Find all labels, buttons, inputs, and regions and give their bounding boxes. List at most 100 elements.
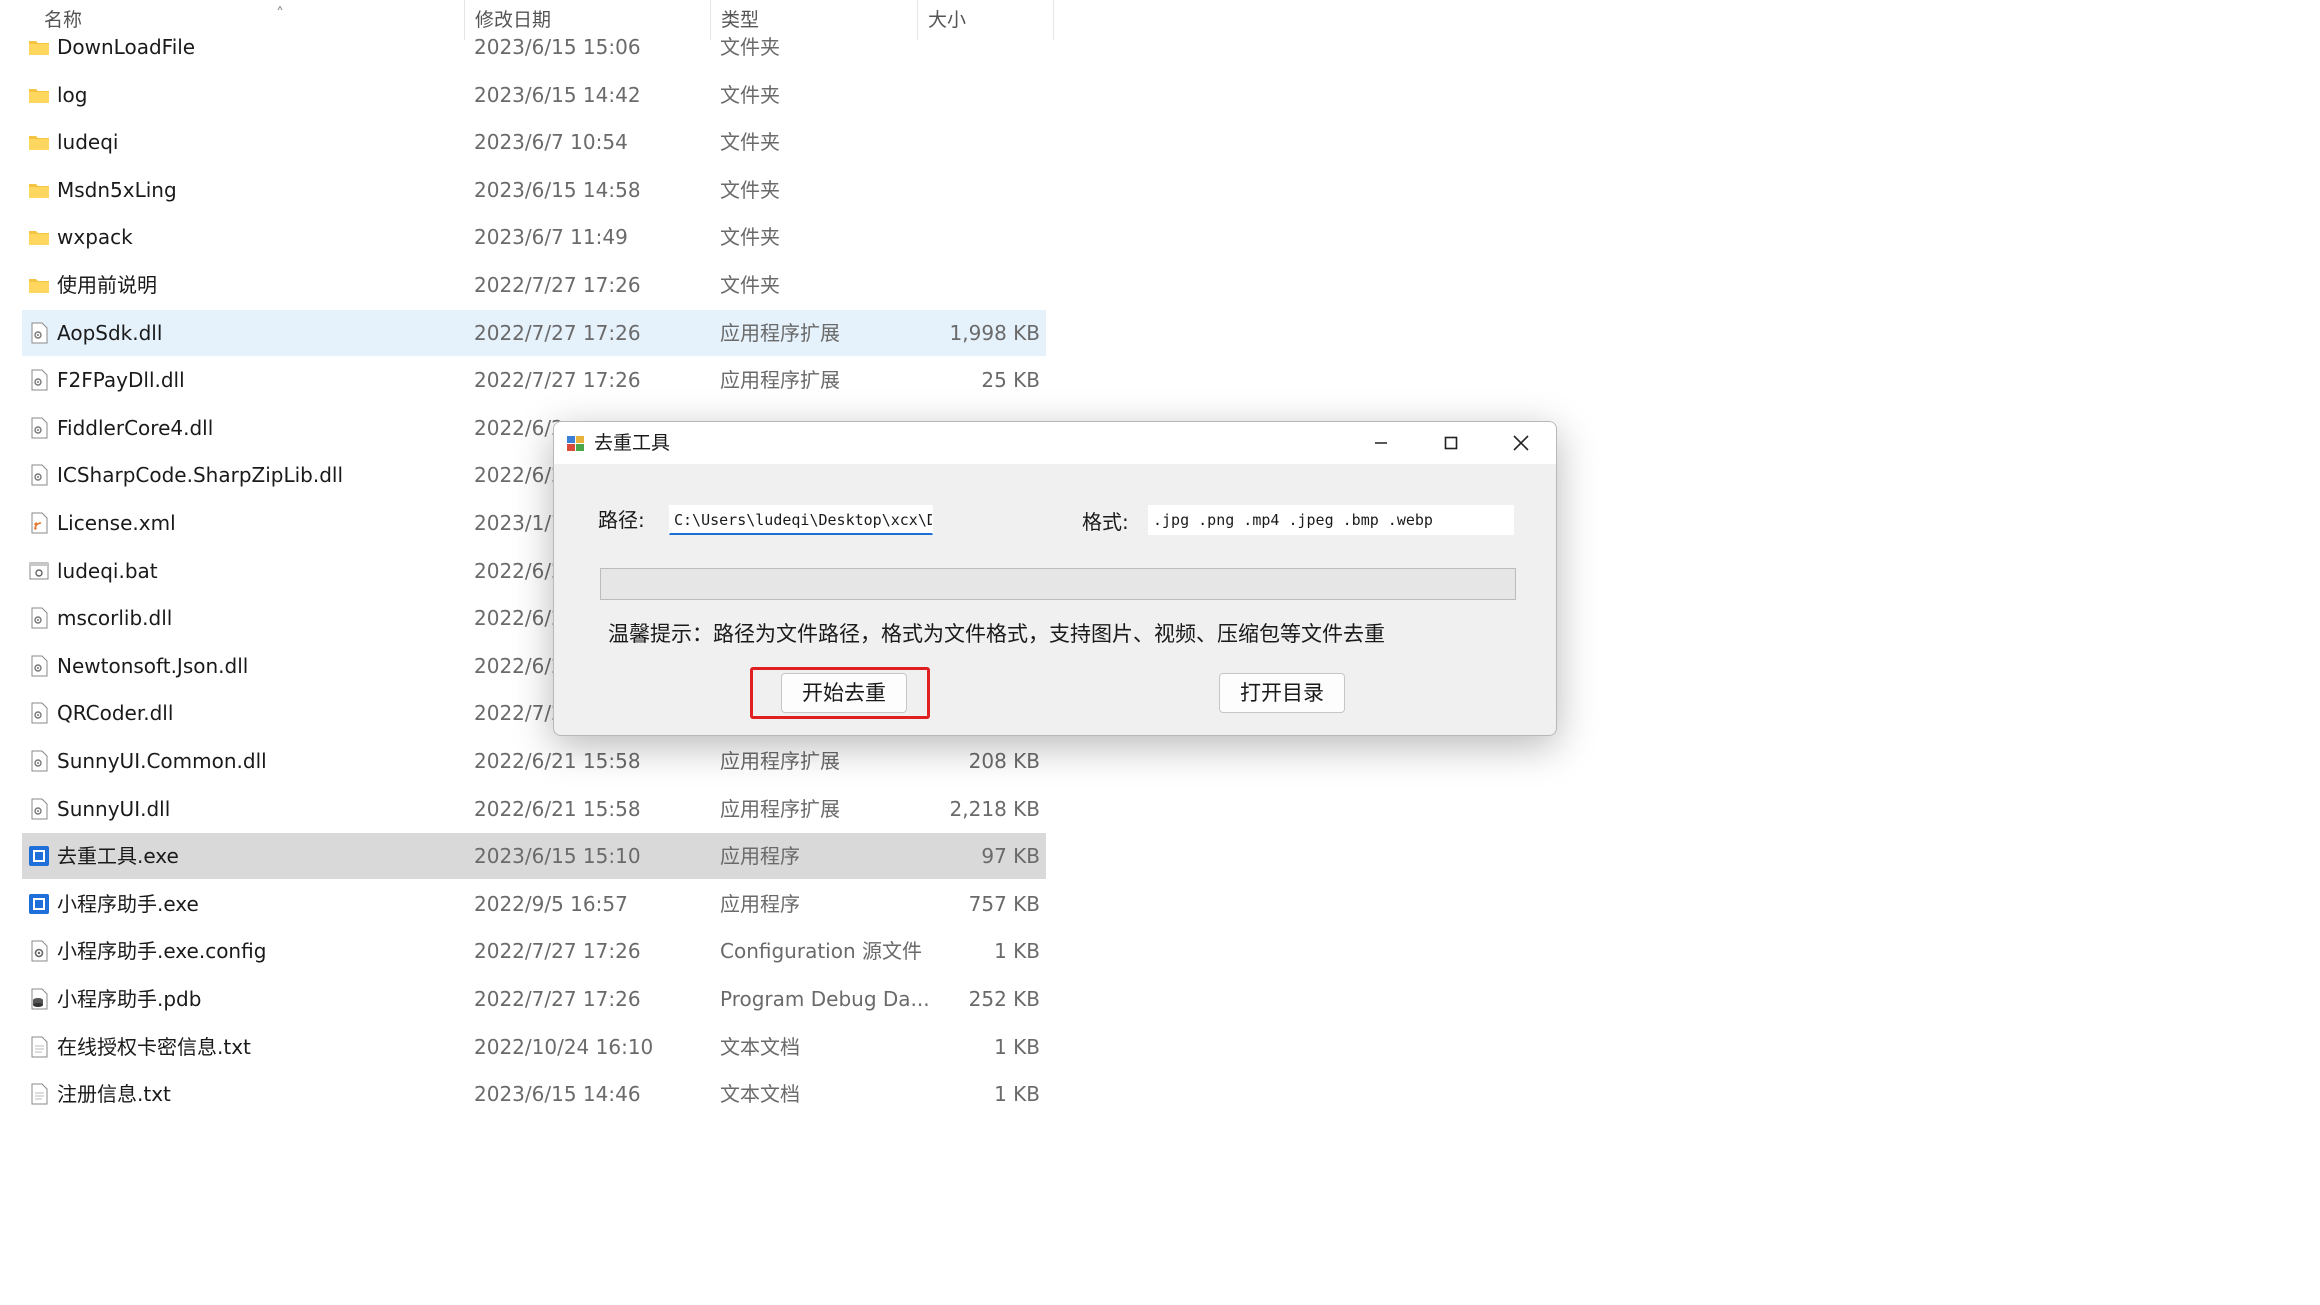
window-title: 去重工具 xyxy=(594,432,671,454)
file-type: 文件夹 xyxy=(720,83,780,107)
file-type: Program Debug Da... xyxy=(720,987,930,1011)
window-titlebar[interactable]: 去重工具 xyxy=(554,422,1556,464)
file-name: License.xml xyxy=(57,511,176,535)
file-date: 2022/7/27 17:26 xyxy=(474,321,641,345)
format-input[interactable]: .jpg .png .mp4 .jpeg .bmp .webp xyxy=(1148,505,1514,535)
open-directory-button[interactable]: 打开目录 xyxy=(1219,673,1345,713)
folder-icon xyxy=(28,36,50,58)
hint-text: 温馨提示：路径为文件路径，格式为文件格式，支持图片、视频、压缩包等文件去重 xyxy=(608,622,1385,646)
file-row[interactable]: 小程序助手.pdb 2022/7/27 17:26 Program Debug Da… xyxy=(22,976,1046,1022)
file-size: 25 KB xyxy=(981,368,1040,392)
file-date: 2022/6/2 xyxy=(474,416,564,440)
file-size: 1 KB xyxy=(994,1082,1040,1106)
file-row[interactable]: ludeqi 2023/6/7 10:54 文件夹 xyxy=(22,119,1046,165)
file-size: 1,998 KB xyxy=(949,321,1040,345)
maximize-icon xyxy=(1444,436,1458,450)
dll-file-icon xyxy=(28,750,50,772)
file-type: 文件夹 xyxy=(720,35,780,59)
file-row[interactable]: 小程序助手.exe 2022/9/5 16:57 应用程序 757 KB xyxy=(22,881,1046,927)
minimize-button[interactable] xyxy=(1346,422,1416,464)
file-type: 文件夹 xyxy=(720,178,780,202)
file-row[interactable]: SunnyUI.Common.dll 2022/6/21 15:58 应用程序扩展 2… xyxy=(22,738,1046,784)
file-date: 2023/6/7 10:54 xyxy=(474,130,628,154)
file-type: 应用程序 xyxy=(720,892,800,916)
file-row[interactable]: 注册信息.txt 2023/6/15 14:46 文本文档 1 KB xyxy=(22,1071,1046,1117)
file-date: 2022/7/27 17:26 xyxy=(474,987,641,1011)
file-date: 2023/6/7 11:49 xyxy=(474,225,628,249)
config-file-icon xyxy=(28,940,50,962)
file-row[interactable]: F2FPayDll.dll 2022/7/27 17:26 应用程序扩展 25 KB xyxy=(22,357,1046,403)
format-label: 格式: xyxy=(1082,510,1129,534)
file-date: 2023/6/15 14:58 xyxy=(474,178,641,202)
file-date: 2022/9/5 16:57 xyxy=(474,892,628,916)
file-date: 2023/6/15 15:10 xyxy=(474,844,641,868)
dll-file-icon xyxy=(28,655,50,677)
file-type: 应用程序扩展 xyxy=(720,368,840,392)
text-file-icon xyxy=(28,1083,50,1105)
file-name: log xyxy=(57,83,88,107)
close-button[interactable] xyxy=(1486,422,1556,464)
exe-app-icon xyxy=(28,893,50,915)
file-size: 97 KB xyxy=(981,844,1040,868)
file-name: ludeqi.bat xyxy=(57,559,158,583)
file-date: 2022/7/27 17:26 xyxy=(474,939,641,963)
file-date: 2022/10/24 16:10 xyxy=(474,1035,654,1059)
file-row[interactable]: 在线授权卡密信息.txt 2022/10/24 16:10 文本文档 1 KB xyxy=(22,1024,1046,1070)
xml-file-icon xyxy=(28,512,50,534)
folder-icon xyxy=(28,274,50,296)
file-type: 文件夹 xyxy=(720,225,780,249)
dll-file-icon xyxy=(28,702,50,724)
file-name: DownLoadFile xyxy=(57,35,196,59)
file-name: ICSharpCode.SharpZipLib.dll xyxy=(57,463,344,487)
pdb-file-icon xyxy=(28,988,50,1010)
file-name: SunnyUI.Common.dll xyxy=(57,749,267,773)
file-date: 2022/7/27 17:26 xyxy=(474,368,641,392)
file-name: 小程序助手.pdb xyxy=(57,987,202,1011)
file-row[interactable]: log 2023/6/15 14:42 文件夹 xyxy=(22,72,1046,118)
file-row[interactable]: wxpack 2023/6/7 11:49 文件夹 xyxy=(22,214,1046,260)
file-row[interactable]: 使用前说明 2022/7/27 17:26 文件夹 xyxy=(22,262,1046,308)
file-date: 2022/6/2 xyxy=(474,559,564,583)
file-row[interactable]: AopSdk.dll 2022/7/27 17:26 应用程序扩展 1,998 KB xyxy=(22,310,1046,356)
file-type: 文本文档 xyxy=(720,1035,800,1059)
file-size: 1 KB xyxy=(994,939,1040,963)
file-name: 使用前说明 xyxy=(57,273,157,297)
file-type: 文件夹 xyxy=(720,273,780,297)
file-name: mscorlib.dll xyxy=(57,606,173,630)
file-size: 208 KB xyxy=(968,749,1040,773)
file-row[interactable]: Msdn5xLing 2023/6/15 14:58 文件夹 xyxy=(22,167,1046,213)
folder-icon xyxy=(28,84,50,106)
file-size: 252 KB xyxy=(968,987,1040,1011)
folder-icon xyxy=(28,226,50,248)
maximize-button[interactable] xyxy=(1416,422,1486,464)
path-input[interactable]: C:\Users\ludeqi\Desktop\xcx\DownLoadFile… xyxy=(669,505,933,535)
dll-file-icon xyxy=(28,798,50,820)
dll-file-icon xyxy=(28,464,50,486)
path-label: 路径: xyxy=(598,508,645,532)
file-size: 757 KB xyxy=(968,892,1040,916)
dedupe-tool-window: 去重工具 路径: C:\Users\ludeqi\Desktop\xcx\Dow… xyxy=(553,421,1557,736)
minimize-icon xyxy=(1375,442,1387,444)
file-name: 小程序助手.exe xyxy=(57,892,199,916)
file-name: wxpack xyxy=(57,225,133,249)
file-type: Configuration 源文件 xyxy=(720,939,922,963)
file-date: 2022/6/2 xyxy=(474,463,564,487)
dll-file-icon xyxy=(28,322,50,344)
folder-icon xyxy=(28,179,50,201)
file-size: 1 KB xyxy=(994,1035,1040,1059)
file-row[interactable]: SunnyUI.dll 2022/6/21 15:58 应用程序扩展 2,218 KB xyxy=(22,786,1046,832)
file-date: 2023/6/15 14:42 xyxy=(474,83,641,107)
file-type: 文本文档 xyxy=(720,1082,800,1106)
start-button-highlight-box xyxy=(750,667,930,719)
file-name: FiddlerCore4.dll xyxy=(57,416,214,440)
dll-file-icon xyxy=(28,417,50,439)
file-row[interactable]: DownLoadFile 2023/6/15 15:06 文件夹 xyxy=(22,24,1046,70)
file-name: 注册信息.txt xyxy=(57,1082,171,1106)
exe-app-icon xyxy=(28,845,50,867)
file-row[interactable]: 小程序助手.exe.config 2022/7/27 17:26 Configura… xyxy=(22,928,1046,974)
file-date: 2022/6/21 15:58 xyxy=(474,797,641,821)
file-date: 2022/6/21 15:58 xyxy=(474,749,641,773)
file-row[interactable]: 去重工具.exe 2023/6/15 15:10 应用程序 97 KB xyxy=(22,833,1046,879)
file-name: F2FPayDll.dll xyxy=(57,368,185,392)
file-name: 小程序助手.exe.config xyxy=(57,939,267,963)
